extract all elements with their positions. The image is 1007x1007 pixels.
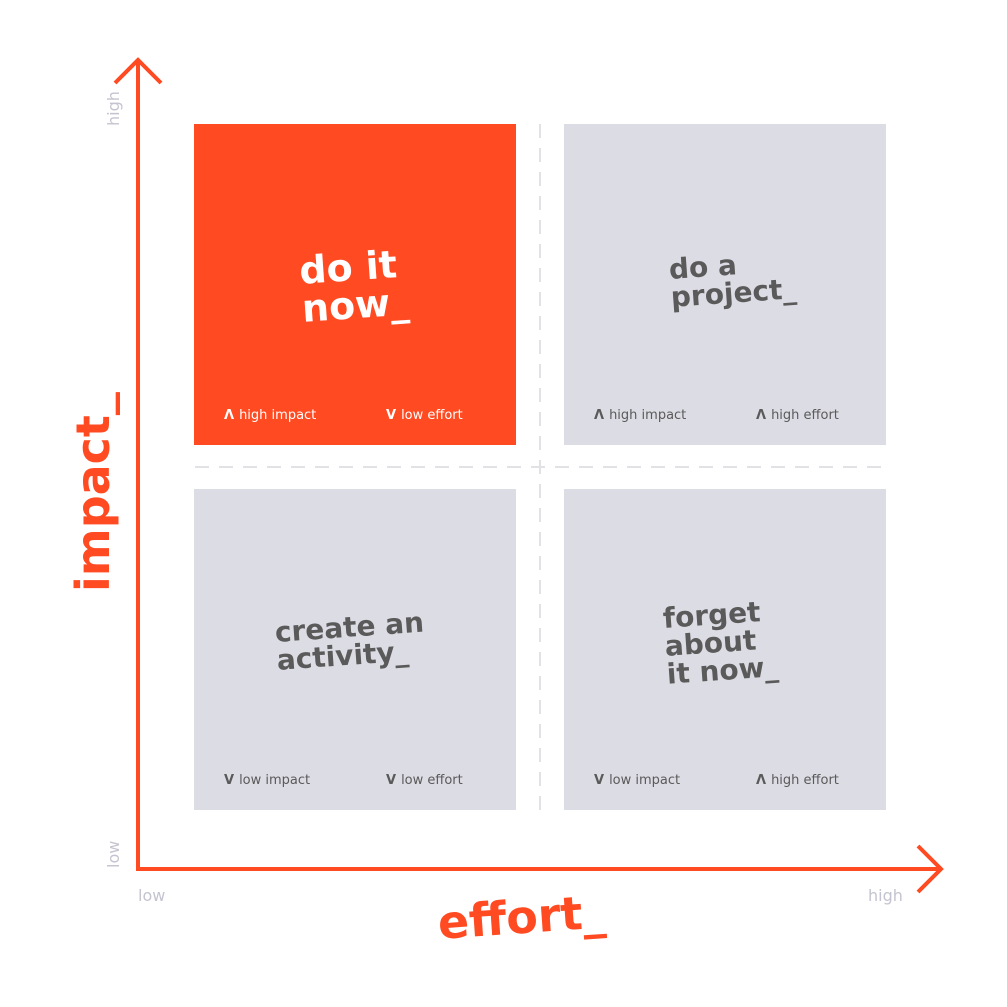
- effort-tag: Λ high effort: [756, 408, 839, 423]
- y-axis-title: impact_: [66, 392, 120, 592]
- chevron-up-icon: Λ: [224, 408, 235, 423]
- impact-label: low impact: [239, 773, 311, 788]
- quadrant-create-an-activity: create an activity_ V low impact V low e…: [194, 489, 516, 810]
- chevron-down-icon: V: [594, 773, 605, 788]
- effort-tag: Λ high effort: [756, 773, 839, 788]
- impact-label: high impact: [239, 408, 317, 423]
- impact-tag: Λ high impact: [224, 408, 316, 423]
- y-axis-high-label: high: [104, 91, 123, 126]
- chevron-down-icon: V: [386, 408, 397, 423]
- quadrant-forget-about-it-now: forget about it now_ V low impact Λ high…: [564, 489, 886, 810]
- impact-tag: V low impact: [594, 773, 680, 788]
- impact-label: low impact: [609, 773, 681, 788]
- quadrant-title: do it now_: [297, 242, 411, 331]
- x-axis-high-label: high: [868, 886, 903, 905]
- impact-tag: V low impact: [224, 773, 310, 788]
- chevron-up-icon: Λ: [756, 773, 767, 788]
- impact-tag: Λ high impact: [594, 408, 686, 423]
- quadrant-title: do a project_: [667, 248, 798, 314]
- effort-label: low effort: [401, 408, 463, 423]
- y-axis-low-label: low: [104, 840, 123, 868]
- quadrant-do-a-project: do a project_ Λ high impact Λ high effor…: [564, 124, 886, 445]
- effort-label: low effort: [401, 773, 463, 788]
- chevron-down-icon: V: [224, 773, 235, 788]
- quadrant-title: create an activity_: [273, 605, 425, 677]
- chevron-down-icon: V: [386, 773, 397, 788]
- quadrant-do-it-now: do it now_ Λ high impact V low effort: [194, 124, 516, 445]
- effort-tag: V low effort: [386, 408, 463, 423]
- chevron-up-icon: Λ: [756, 408, 767, 423]
- x-axis-low-label: low: [138, 886, 166, 905]
- quadrant-title: forget about it now_: [661, 595, 780, 691]
- effort-label: high effort: [771, 773, 839, 788]
- effort-label: high effort: [771, 408, 839, 423]
- chevron-up-icon: Λ: [594, 408, 605, 423]
- effort-tag: V low effort: [386, 773, 463, 788]
- impact-label: high impact: [609, 408, 687, 423]
